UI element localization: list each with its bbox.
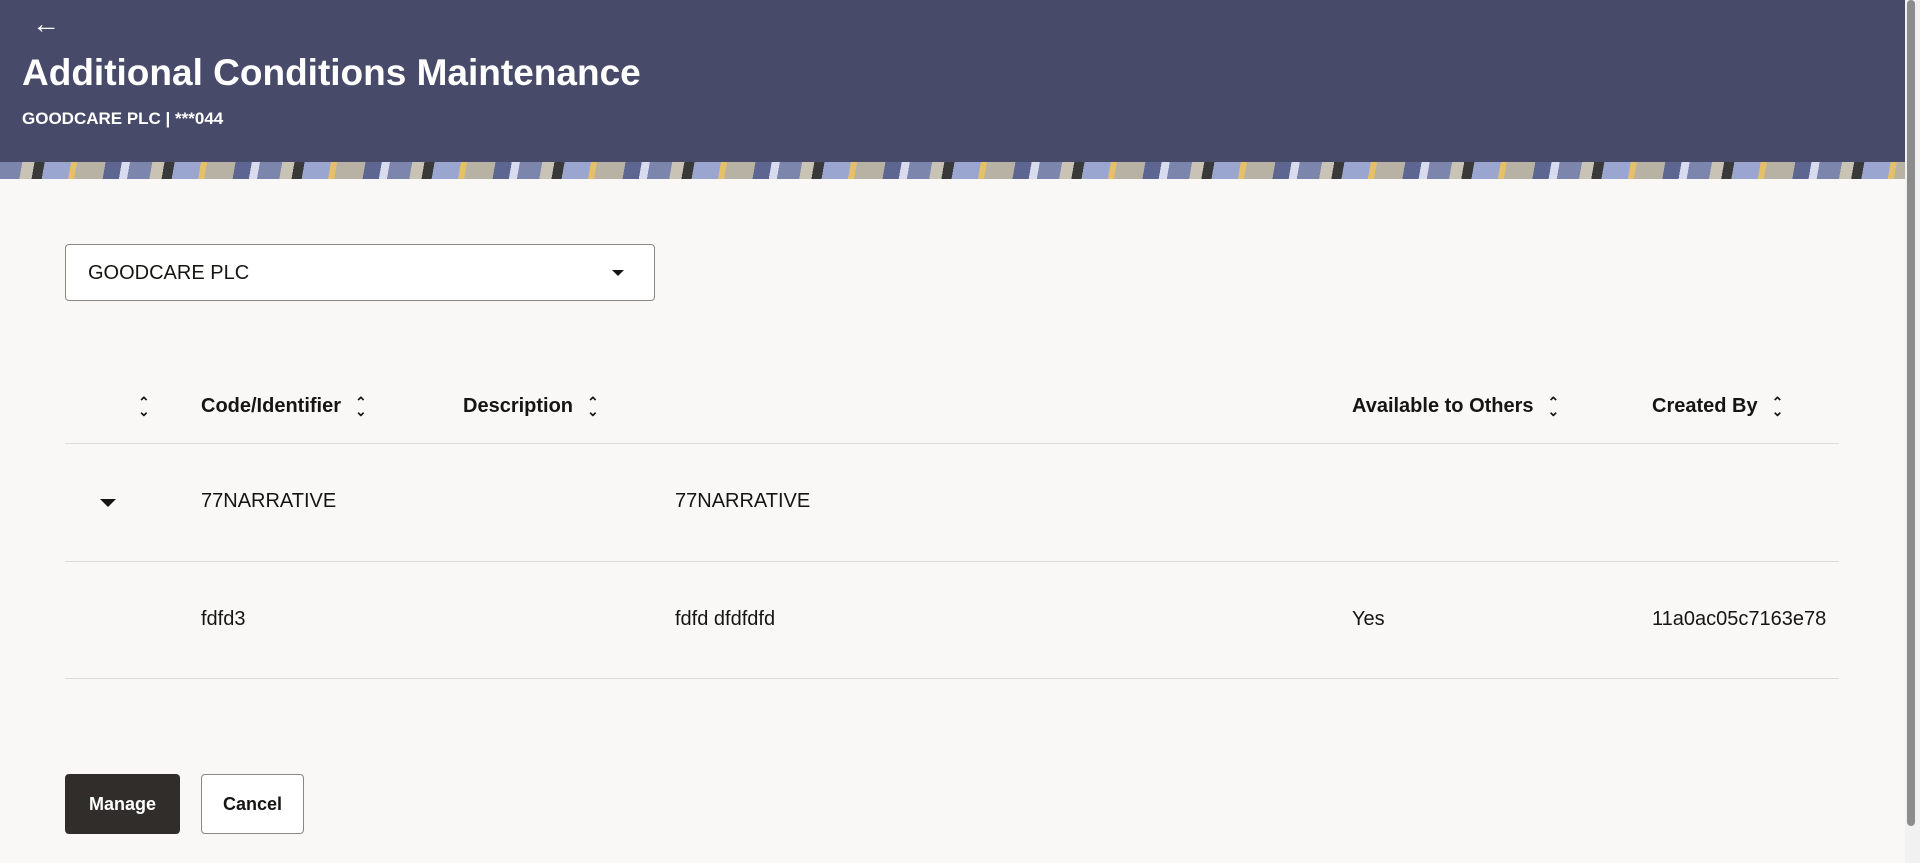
sort-icon: ⌃ ⌄	[355, 393, 367, 419]
chevron-down-icon	[612, 270, 624, 276]
arrow-left-icon[interactable]: ←	[32, 10, 60, 38]
column-header-available[interactable]: Available to Others ⌃ ⌄	[1352, 395, 1559, 418]
sort-icon: ⌃ ⌄	[138, 393, 150, 419]
caret-down-icon[interactable]	[100, 499, 116, 507]
column-label: Description	[463, 395, 574, 417]
cell-description: 77NARRATIVE	[675, 490, 811, 512]
column-label: Created By	[1652, 395, 1758, 417]
column-header-description[interactable]: Description ⌃ ⌄	[463, 395, 599, 418]
cancel-button[interactable]: Cancel	[201, 774, 304, 834]
divider	[65, 678, 1839, 679]
page-header: ← Additional Conditions Maintenance GOOD…	[0, 0, 1905, 162]
divider	[65, 443, 1839, 444]
cell-code: fdfd3	[201, 608, 246, 630]
cell-code: 77NARRATIVE	[201, 490, 337, 512]
sort-icon: ⌃ ⌄	[587, 393, 599, 419]
decorative-banner	[0, 162, 1905, 179]
column-label: Code/Identifier	[201, 395, 342, 417]
cell-description: fdfd dfdfdfd	[675, 608, 776, 630]
sort-icon: ⌃ ⌄	[1771, 393, 1784, 419]
manage-button[interactable]: Manage	[65, 774, 180, 834]
cell-available: Yes	[1352, 608, 1385, 630]
party-select-value: GOODCARE PLC	[88, 262, 250, 284]
column-header-created-by[interactable]: Created By ⌃ ⌄	[1652, 395, 1783, 418]
column-label: Available to Others	[1352, 395, 1534, 417]
scrollbar-thumb[interactable]	[1907, 0, 1915, 826]
column-header-code[interactable]: Code/Identifier ⌃ ⌄	[201, 395, 367, 418]
sort-icon: ⌃ ⌄	[1547, 393, 1560, 419]
sort-expand-column[interactable]: ⌃ ⌄	[124, 395, 150, 418]
party-select[interactable]: GOODCARE PLC	[65, 244, 655, 301]
page-subtitle: GOODCARE PLC | ***044	[22, 109, 224, 128]
page-title: Additional Conditions Maintenance	[22, 52, 641, 93]
cell-created-by: 11a0ac05c7163e78	[1652, 608, 1827, 630]
divider	[65, 561, 1839, 562]
